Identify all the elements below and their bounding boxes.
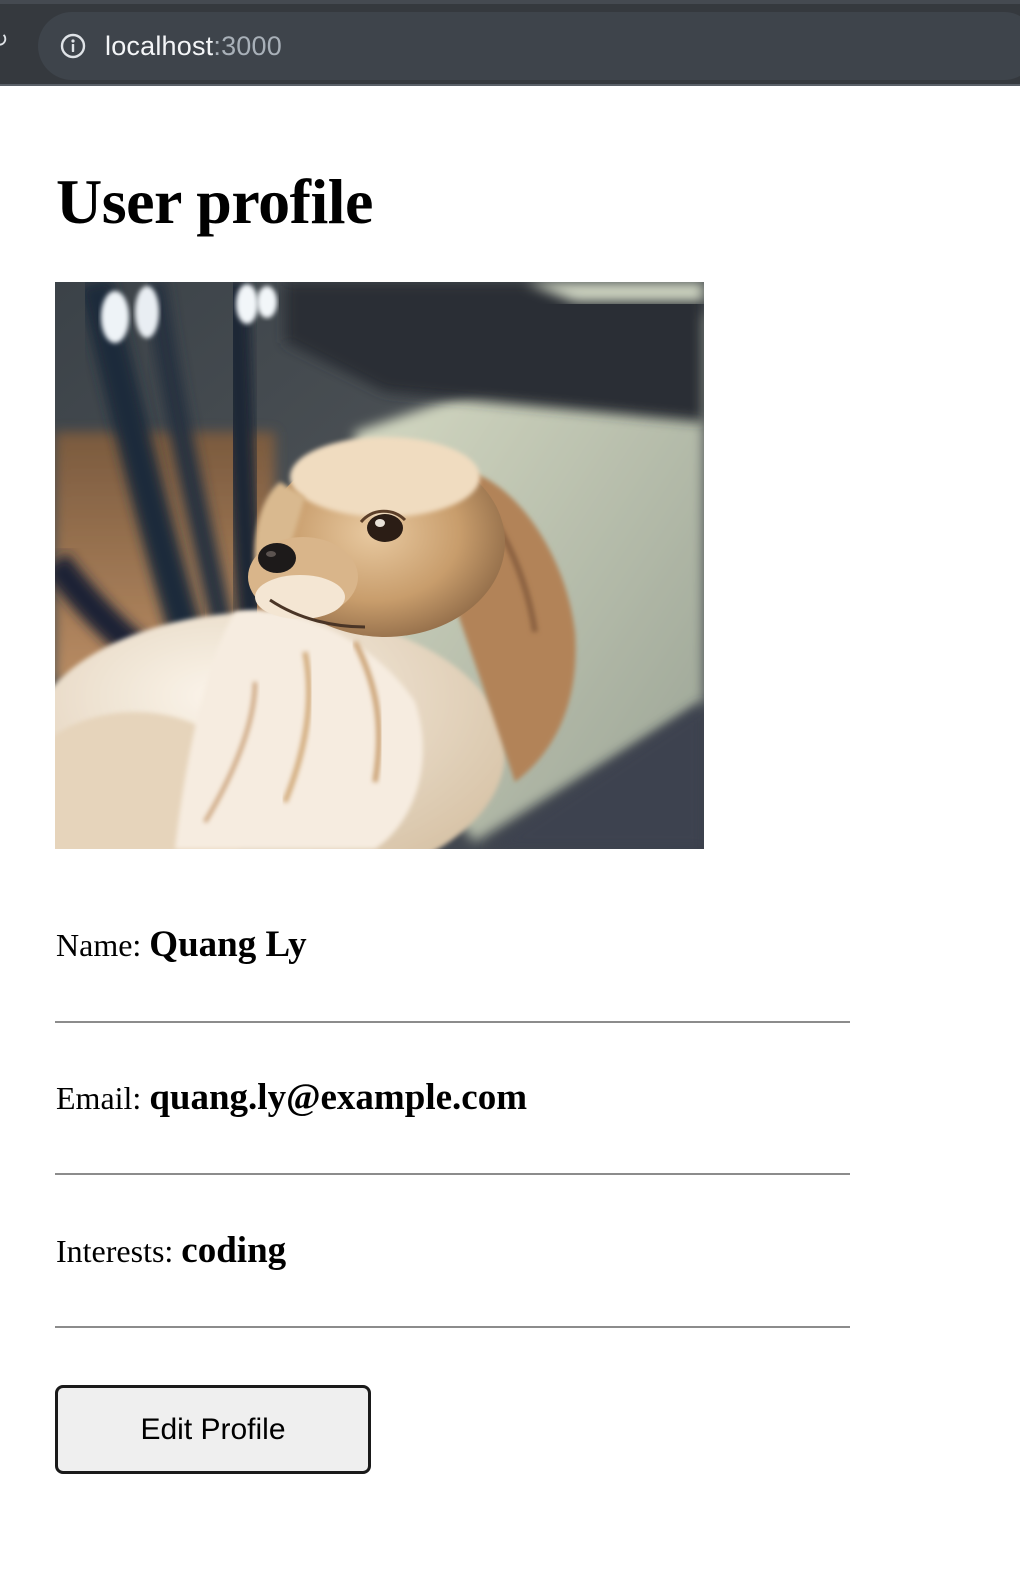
divider bbox=[55, 1021, 850, 1023]
url-port: :3000 bbox=[213, 31, 282, 61]
url-text[interactable]: localhost:3000 bbox=[105, 30, 282, 62]
interests-value: coding bbox=[181, 1230, 287, 1271]
name-label: Name: bbox=[56, 927, 142, 963]
email-value: quang.ly@example.com bbox=[149, 1077, 528, 1118]
email-label: Email: bbox=[56, 1080, 142, 1116]
profile-photo bbox=[55, 282, 704, 849]
divider bbox=[55, 1173, 850, 1175]
interests-field: Interests: coding bbox=[56, 1231, 286, 1271]
interests-label: Interests: bbox=[56, 1233, 174, 1269]
divider bbox=[55, 1326, 850, 1328]
name-field: Name: Quang Ly bbox=[56, 925, 307, 965]
page-title: User profile bbox=[56, 166, 373, 237]
info-icon[interactable] bbox=[60, 33, 86, 59]
email-field: Email: quang.ly@example.com bbox=[56, 1078, 527, 1118]
url-host: localhost bbox=[105, 31, 214, 61]
name-value: Quang Ly bbox=[149, 924, 307, 965]
address-bar[interactable]: localhost:3000 bbox=[38, 12, 1020, 80]
browser-toolbar: ↻ localhost:3000 bbox=[0, 0, 1020, 86]
reload-icon[interactable]: ↻ bbox=[0, 30, 12, 52]
edit-profile-button[interactable]: Edit Profile bbox=[55, 1385, 371, 1474]
